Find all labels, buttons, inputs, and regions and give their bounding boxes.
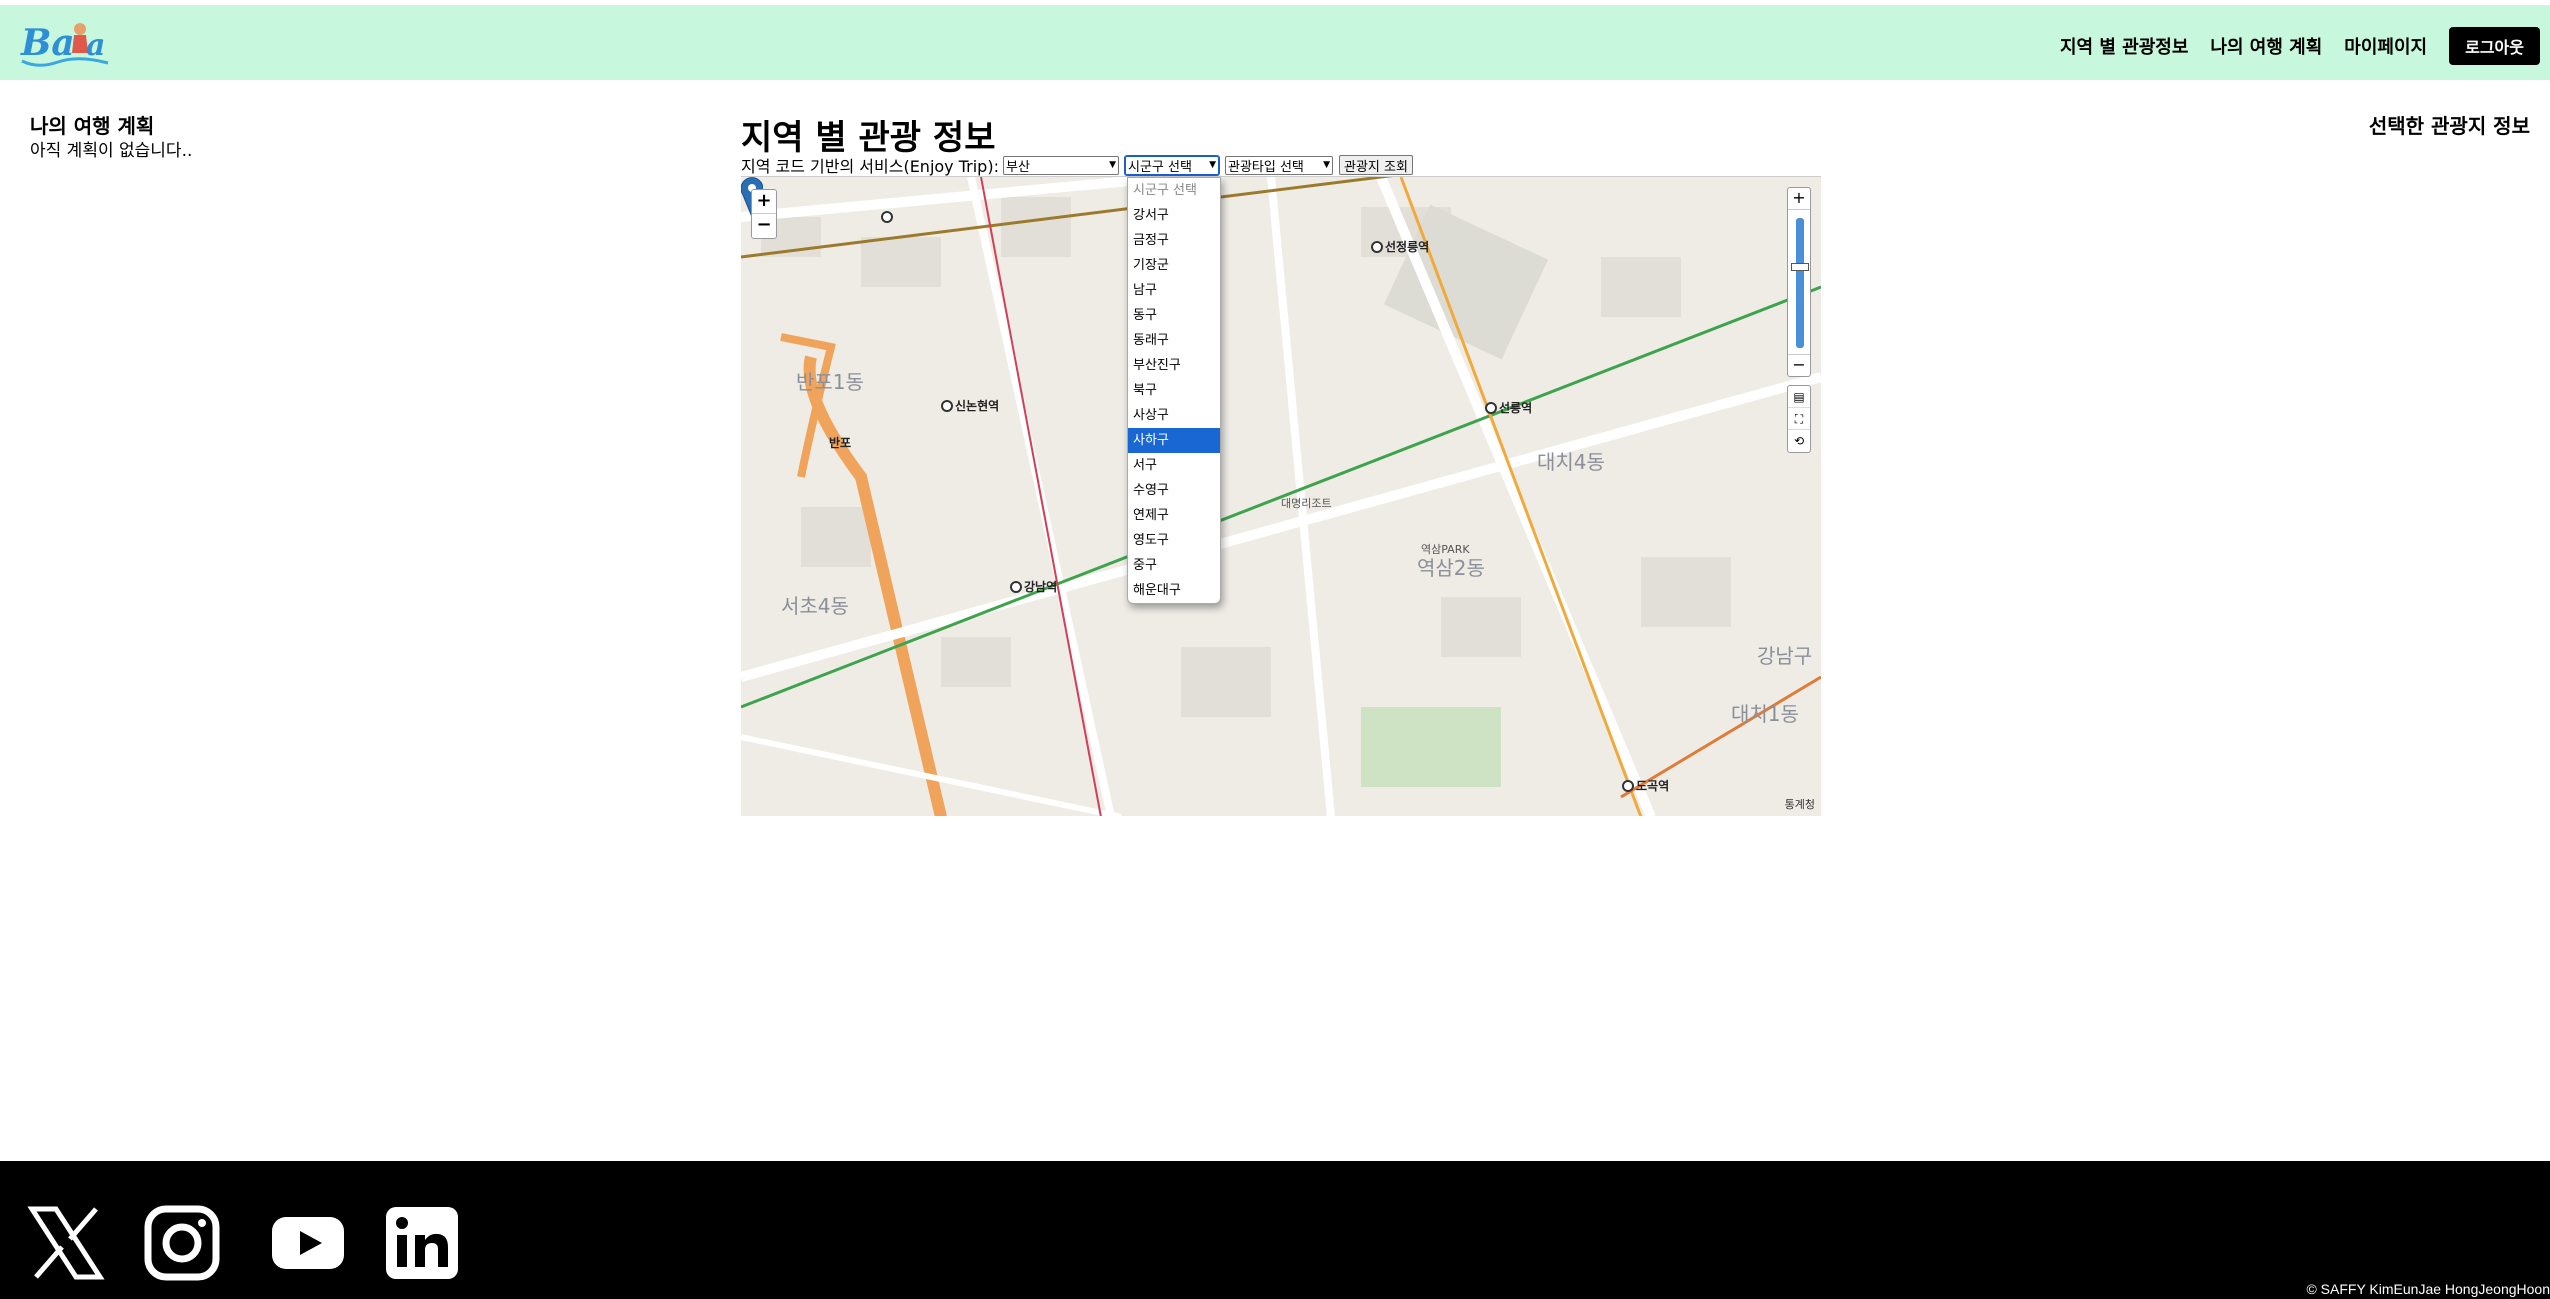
zoom-out-button[interactable]: − [752, 214, 776, 238]
map-canvas: 신논현역 강남역 선정릉역 선릉역 도곡역 반포 반포1동 서초4동 역삼2동 … [741, 177, 1821, 816]
travel-plan-empty-text: 아직 계획이 없습니다.. [30, 141, 193, 161]
map-label-daechi4dong: 대치4동 [1537, 450, 1605, 474]
nav-my-page[interactable]: 마이페이지 [2344, 33, 2427, 59]
gugun-option[interactable]: 북구 [1128, 378, 1220, 403]
footer-copyright: © SAFFY KimEunJae HongJeongHoon [2306, 1281, 2550, 1297]
nav-my-travel-plan[interactable]: 나의 여행 계획 [2210, 33, 2322, 59]
chevron-down-icon: ▼ [1209, 160, 1216, 170]
gugun-option[interactable]: 남구 [1128, 278, 1220, 303]
map-label-gangnamgu: 강남구 [1757, 644, 1812, 668]
header: Ba a 지역 별 관광정보 나의 여행 계획 마이페이지 로그아웃 [0, 5, 2550, 80]
map-label-daemyung: 대명리조트 [1281, 497, 1332, 510]
x-twitter-icon[interactable] [26, 1203, 106, 1283]
gugun-option[interactable]: 시군구 선택 [1128, 178, 1220, 203]
controls-label: 지역 코드 기반의 서비스(Enjoy Trip): [741, 157, 999, 176]
selected-attraction-title: 선택한 관광지 정보 [2368, 114, 2530, 138]
map-zoom-control-left: + − [751, 189, 777, 239]
search-attractions-button[interactable]: 관광지 조회 [1338, 155, 1413, 175]
gugun-option[interactable]: 수영구 [1128, 478, 1220, 503]
gugun-option[interactable]: 서구 [1128, 453, 1220, 478]
zoom-handle[interactable] [1791, 263, 1809, 271]
gugun-select[interactable]: 시군구 선택 ▼ [1123, 154, 1220, 176]
map-label-sinnonhyeon: 신논현역 [955, 398, 999, 413]
map-label-yeoksam2dong: 역삼2동 [1417, 556, 1485, 580]
map-label-seonjeongneung: 선정릉역 [1385, 239, 1429, 254]
logo[interactable]: Ba a [18, 15, 112, 71]
gugun-option-selected[interactable]: 사하구 [1128, 428, 1220, 453]
zoom-in-icon[interactable]: + [1788, 188, 1810, 210]
gugun-option[interactable]: 부산진구 [1128, 353, 1220, 378]
gugun-option[interactable]: 강서구 [1128, 203, 1220, 228]
gugun-option[interactable]: 중구 [1128, 553, 1220, 578]
map-label-banpo: 반포 [829, 435, 851, 450]
city-select[interactable]: 부산 ▼ [1002, 155, 1119, 175]
gugun-option[interactable]: 동구 [1128, 303, 1220, 328]
search-controls: 지역 코드 기반의 서비스(Enjoy Trip): 부산 ▼ 시군구 선택 ▼… [741, 154, 1413, 176]
gugun-option[interactable]: 기장군 [1128, 253, 1220, 278]
svg-text:a: a [86, 28, 105, 63]
main-nav: 지역 별 관광정보 나의 여행 계획 마이페이지 로그아웃 [2060, 27, 2540, 65]
map-label-seocho4dong: 서초4동 [781, 594, 849, 618]
map-label-dogok: 도곡역 [1636, 778, 1669, 793]
content-type-select-value: 관광타입 선택 [1227, 159, 1304, 175]
map-label-seolleung: 선릉역 [1499, 400, 1532, 415]
content-type-select[interactable]: 관광타입 선택 ▼ [1224, 155, 1333, 175]
gugun-option[interactable]: 해운대구 [1128, 578, 1220, 603]
zoom-out-icon[interactable]: − [1788, 354, 1810, 376]
map[interactable]: 신논현역 강남역 선정릉역 선릉역 도곡역 반포 반포1동 서초4동 역삼2동 … [741, 176, 1821, 816]
gugun-dropdown-list: 시군구 선택 강서구 금정구 기장군 남구 동구 동래구 부산진구 북구 사상구… [1127, 177, 1221, 604]
gugun-option[interactable]: 영도구 [1128, 528, 1220, 553]
map-copyright: 통계청 [1784, 798, 1815, 811]
map-type-icon[interactable]: ▤ [1788, 386, 1810, 408]
page-title: 지역 별 관광 정보 [741, 118, 996, 158]
chevron-down-icon: ▼ [1323, 160, 1330, 170]
zoom-track[interactable] [1796, 218, 1804, 348]
reset-icon[interactable]: ⟲ [1788, 430, 1810, 452]
map-zoom-slider[interactable]: + − [1787, 187, 1811, 377]
map-label-gangnam: 강남역 [1024, 579, 1057, 594]
map-label-banpo1dong: 반포1동 [796, 370, 864, 394]
gugun-option[interactable]: 금정구 [1128, 228, 1220, 253]
logout-button[interactable]: 로그아웃 [2449, 27, 2540, 65]
linkedin-icon[interactable] [382, 1203, 462, 1283]
fullscreen-icon[interactable]: ⛶ [1788, 408, 1810, 430]
gugun-option[interactable]: 동래구 [1128, 328, 1220, 353]
instagram-icon[interactable] [142, 1203, 222, 1283]
map-label-yeoksampark: 역삼PARK [1421, 543, 1470, 556]
map-label-daechi1dong: 대치1동 [1731, 702, 1799, 726]
svg-text:Ba: Ba [20, 22, 75, 64]
gugun-select-value: 시군구 선택 [1127, 159, 1192, 175]
youtube-icon[interactable] [268, 1203, 348, 1283]
gugun-option[interactable]: 연제구 [1128, 503, 1220, 528]
gugun-option[interactable]: 사상구 [1128, 403, 1220, 428]
chevron-down-icon: ▼ [1109, 160, 1116, 170]
nav-region-tour-info[interactable]: 지역 별 관광정보 [2060, 33, 2188, 59]
zoom-in-button[interactable]: + [752, 190, 776, 214]
footer: © SAFFY KimEunJae HongJeongHoon [0, 1161, 2550, 1299]
city-select-value: 부산 [1005, 159, 1030, 175]
map-tools: ▤ ⛶ ⟲ [1787, 385, 1811, 453]
travel-plan-title: 나의 여행 계획 [30, 114, 155, 138]
